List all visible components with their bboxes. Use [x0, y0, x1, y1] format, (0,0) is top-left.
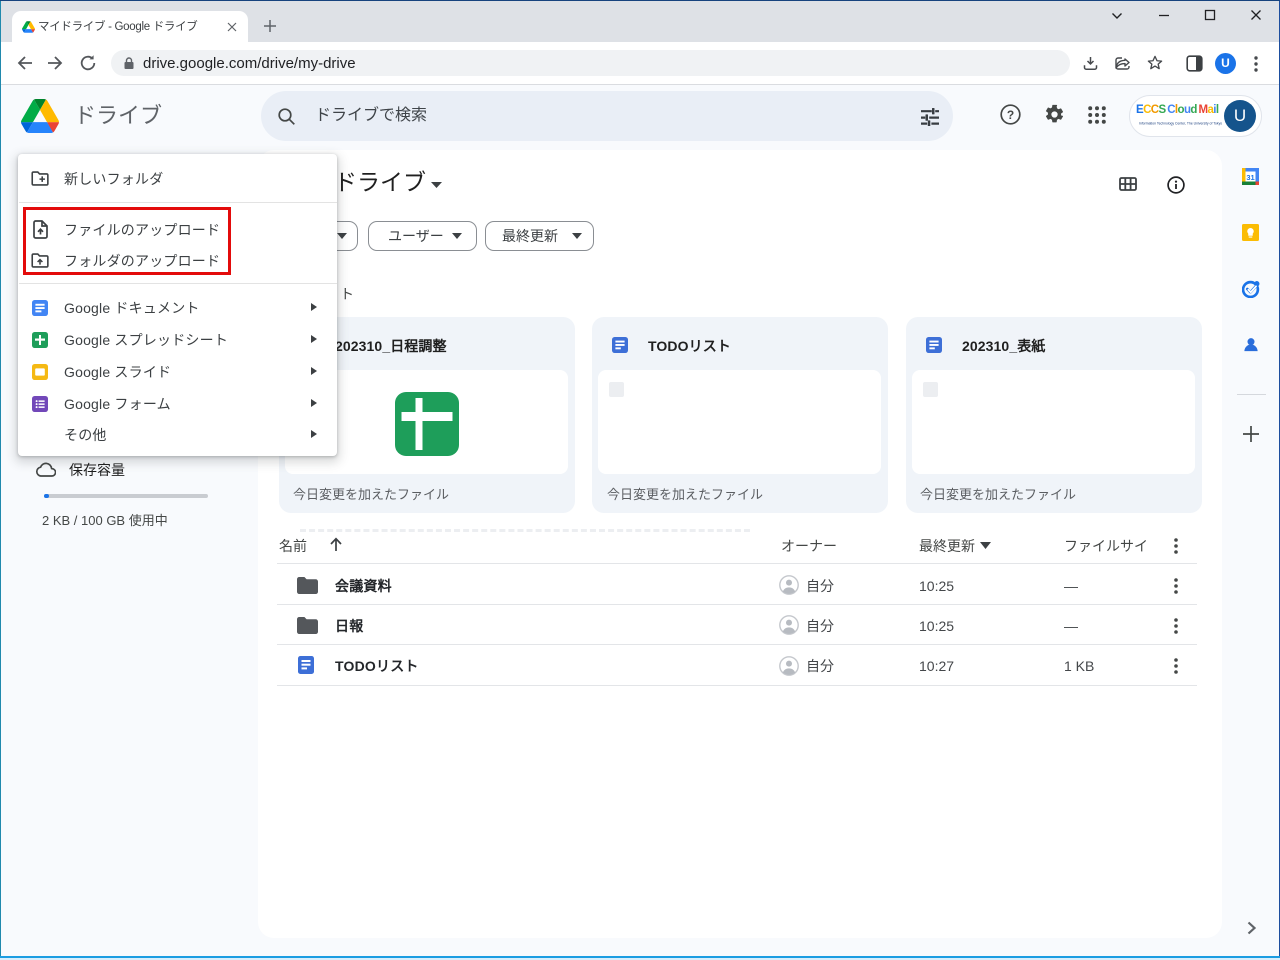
svg-text:31: 31	[1246, 173, 1254, 182]
svg-text:?: ?	[1007, 108, 1014, 122]
